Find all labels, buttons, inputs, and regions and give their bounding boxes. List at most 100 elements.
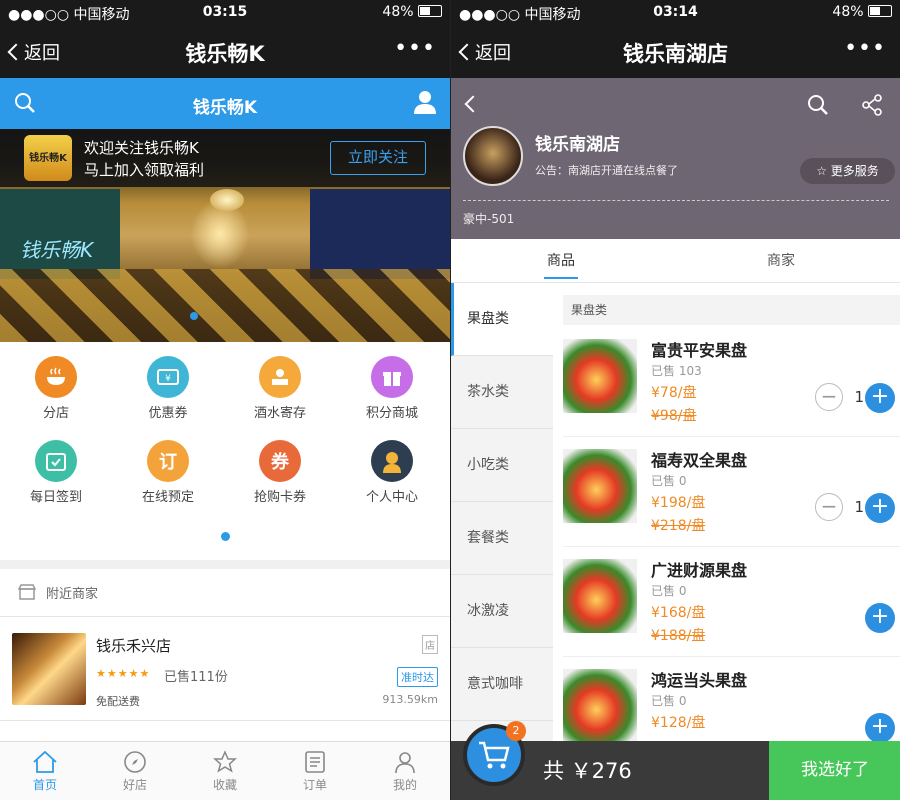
plus-button[interactable]: + <box>865 713 895 741</box>
plus-button[interactable]: + <box>865 493 895 523</box>
product-name: 福寿双全果盘 <box>651 451 748 470</box>
product-image <box>563 339 637 413</box>
share-icon[interactable] <box>861 94 883 116</box>
category-item[interactable]: 意式咖啡 <box>451 648 553 721</box>
follow-bar: 钱乐畅K 欢迎关注钱乐畅K 马上加入领取福利 立即关注 <box>0 129 450 187</box>
back-button[interactable]: 返回 <box>458 39 511 65</box>
product-sold: 已售 0 <box>651 694 687 708</box>
banner-sign: 钱乐畅K <box>20 238 94 262</box>
grid-page-dot[interactable] <box>221 532 230 541</box>
shop-name: 钱乐南湖店 <box>535 135 620 155</box>
plus-button[interactable]: + <box>865 603 895 633</box>
grid-item-storage[interactable]: 酒水寄存 <box>224 342 336 421</box>
tab-favorites[interactable]: 收藏 <box>180 748 270 793</box>
wechat-nav: 返回 钱乐南湖店 ••• <box>451 26 900 78</box>
star-icon: ☆ <box>816 164 827 178</box>
brand-logo: 钱乐畅K <box>24 135 72 181</box>
compass-icon <box>124 751 146 773</box>
product-row[interactable]: 福寿双全果盘 已售 0 ¥198/盘 ¥218/盘 − 1 + <box>563 437 900 547</box>
product-image <box>563 669 637 741</box>
svg-text:券: 券 <box>270 451 290 473</box>
nearby-title: 附近商家 <box>46 587 99 602</box>
order-icon <box>305 751 325 773</box>
rating-stars: ★★★★★ <box>96 667 151 680</box>
grid-item-booking[interactable]: 订 在线预定 <box>112 426 224 505</box>
store-icon <box>18 584 36 600</box>
search-icon[interactable] <box>807 94 829 116</box>
product-row[interactable]: 鸿运当头果盘 已售 0 ¥128/盘 + <box>563 657 900 741</box>
grid-item-profile[interactable]: 个人中心 <box>336 426 448 505</box>
quantity: 1 <box>854 388 864 406</box>
chevron-left-icon[interactable] <box>464 95 482 113</box>
category-item[interactable]: 果盘类 <box>451 283 553 356</box>
right-screen: ●●●○○ 中国移动 03:14 48% 返回 钱乐南湖店 ••• 钱乐南湖店 … <box>450 0 900 800</box>
section-header: 果盘类 <box>563 295 900 325</box>
product-image <box>563 449 637 523</box>
cart-icon <box>479 741 510 769</box>
more-button[interactable]: ••• <box>844 36 886 61</box>
more-button[interactable]: ••• <box>394 36 436 61</box>
user-icon[interactable] <box>414 90 436 114</box>
battery-icon <box>418 5 442 17</box>
shop-avatar <box>463 126 523 186</box>
user-icon <box>371 440 413 482</box>
follow-text-1: 欢迎关注钱乐畅K <box>84 139 199 157</box>
tab-merchant[interactable]: 商家 <box>671 250 891 270</box>
product-image <box>563 559 637 633</box>
category-list: 果盘类 茶水类 小吃类 套餐类 冰激凌 意式咖啡 <box>451 283 553 741</box>
battery-icon <box>868 5 892 17</box>
nearby-header: 附近商家 <box>0 569 450 617</box>
page-title: 钱乐畅K <box>185 42 265 66</box>
tab-good-stores[interactable]: 好店 <box>90 748 180 793</box>
grid-item-branch[interactable]: 分店 <box>0 342 112 421</box>
product-name: 富贵平安果盘 <box>651 341 748 360</box>
checkout-button[interactable]: 我选好了 <box>769 741 900 800</box>
distance: 913.59km <box>382 693 438 706</box>
banner-image[interactable]: 钱乐畅K 钱乐畅K 欢迎关注钱乐畅K 马上加入领取福利 立即关注 <box>0 129 450 342</box>
tab-orders[interactable]: 订单 <box>270 748 360 793</box>
grid-item-checkin[interactable]: 每日签到 <box>0 426 112 505</box>
booking-icon: 订 <box>147 440 189 482</box>
product-name: 鸿运当头果盘 <box>651 671 748 690</box>
more-services-button[interactable]: ☆ 更多服务 <box>800 158 895 184</box>
follow-button[interactable]: 立即关注 <box>330 141 426 175</box>
tab-goods[interactable]: 商品 <box>451 250 671 279</box>
product-row[interactable]: 富贵平安果盘 已售 103 ¥78/盘 ¥98/盘 − 1 + <box>563 327 900 437</box>
feature-grid: 分店 ¥ 优惠券 酒水寄存 积分商城 每日签到 订 在线预定 券 抢购卡券 个人… <box>0 342 450 560</box>
back-icon <box>458 43 476 61</box>
status-bar: ●●●○○ 中国移动 03:15 48% <box>0 0 450 26</box>
grid-item-coupon[interactable]: ¥ 优惠券 <box>112 342 224 421</box>
store-card[interactable]: 钱乐禾兴店 店 ★★★★★ 已售111份 准时达 免配送费 913.59km <box>0 617 450 721</box>
grid-item-points-mall[interactable]: 积分商城 <box>336 342 448 421</box>
store-image <box>12 633 86 705</box>
minus-button[interactable]: − <box>815 383 843 411</box>
plus-button[interactable]: + <box>865 383 895 413</box>
back-button[interactable]: 返回 <box>7 39 60 65</box>
product-price: ¥168/盘 <box>651 605 706 621</box>
battery-indicator: 48% <box>382 4 442 20</box>
category-item[interactable]: 茶水类 <box>451 356 553 429</box>
tab-home[interactable]: 首页 <box>0 748 90 793</box>
left-screen: ●●●○○ 中国移动 03:15 48% 返回 钱乐畅K ••• 钱乐畅K 钱乐… <box>0 0 450 800</box>
category-item[interactable]: 小吃类 <box>451 429 553 502</box>
tab-me[interactable]: 我的 <box>360 748 450 793</box>
grid-item-flash-sale[interactable]: 券 抢购卡券 <box>224 426 336 505</box>
wechat-nav: 返回 钱乐畅K ••• <box>0 26 450 78</box>
minus-button[interactable]: − <box>815 493 843 521</box>
delivery-fee: 免配送费 <box>96 695 140 708</box>
product-price: ¥78/盘 <box>651 385 697 401</box>
room-label: 豪中-501 <box>463 212 515 226</box>
ticket-icon: 券 <box>259 440 301 482</box>
gift-icon <box>371 356 413 398</box>
battery-indicator: 48% <box>832 4 892 20</box>
product-old-price: ¥188/盘 <box>651 628 706 644</box>
product-name: 广进财源果盘 <box>651 561 748 580</box>
shop-notice: 公告：南湖店开通在线点餐了 <box>535 164 678 177</box>
product-row[interactable]: 广进财源果盘 已售 0 ¥168/盘 ¥188/盘 + <box>563 547 900 657</box>
coupon-icon: ¥ <box>147 356 189 398</box>
product-sold: 已售 103 <box>651 364 702 378</box>
product-price: ¥128/盘 <box>651 715 706 731</box>
category-item[interactable]: 冰激凌 <box>451 575 553 648</box>
carousel-dot[interactable] <box>190 312 198 320</box>
category-item[interactable]: 套餐类 <box>451 502 553 575</box>
